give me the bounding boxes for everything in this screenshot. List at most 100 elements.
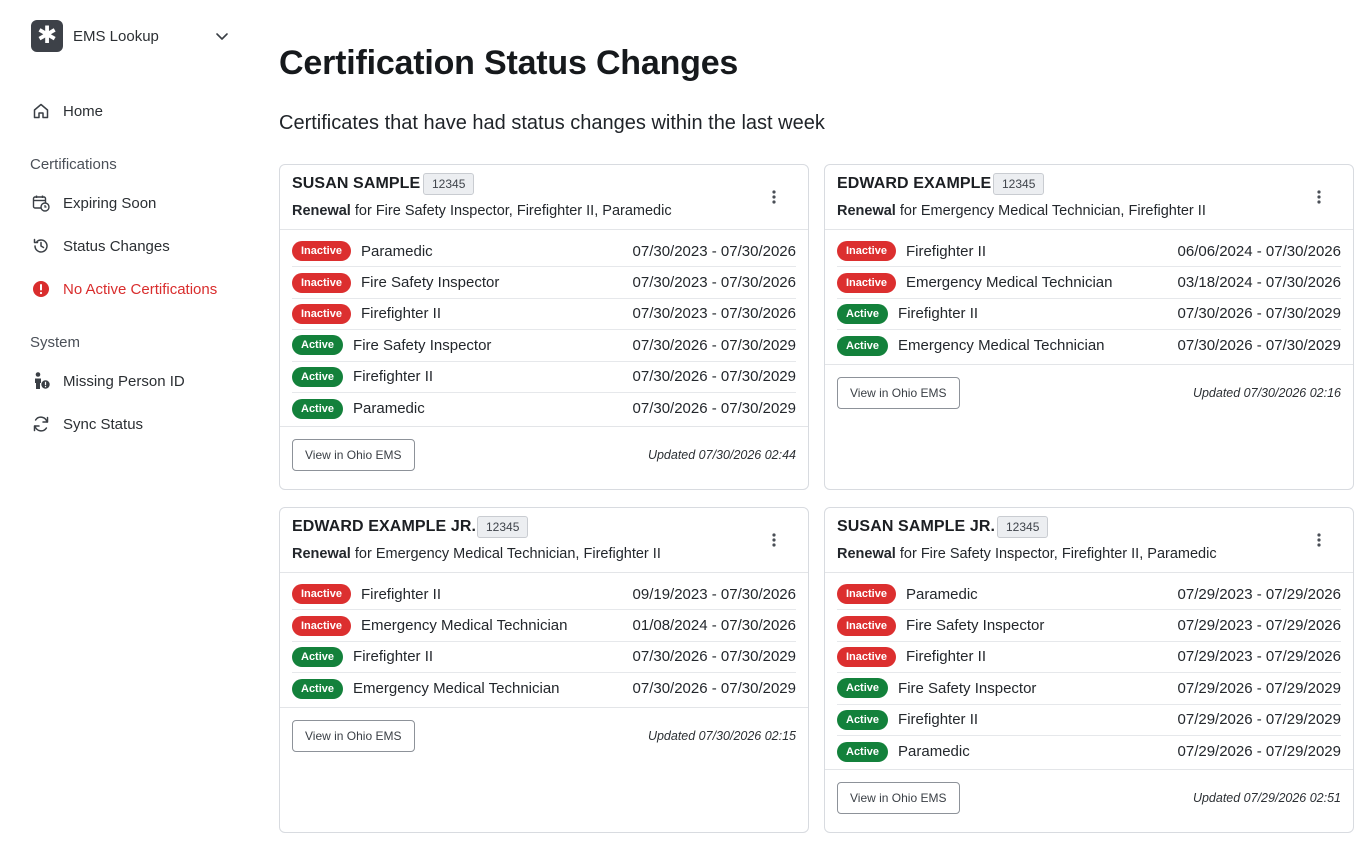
app-logo-icon: ✱ [31,20,63,52]
app-name: EMS Lookup [73,27,159,45]
updated-timestamp: Updated 07/30/2026 02:16 [1192,385,1341,400]
person-id-badge: 12345 [423,173,475,195]
certification-row: Inactive Emergency Medical Technician 01… [292,610,796,642]
nav-sync-status-label: Sync Status [63,415,144,433]
nav-expiring-soon[interactable]: Expiring Soon [31,191,156,215]
certification-dates: 07/30/2026 - 07/30/2029 [1177,305,1341,323]
nav-home-label: Home [63,102,104,120]
nav-no-active-label: No Active Certifications [63,280,218,298]
card-header: SUSAN SAMPLE JR. 12345 Renewal for Fire … [825,508,1353,573]
certification-row: Active Firefighter II 07/30/2026 - 07/30… [837,299,1341,331]
certification-dates: 07/29/2026 - 07/29/2029 [1177,743,1341,761]
person-id-badge: 12345 [477,516,529,538]
certification-name: Firefighter II [905,648,986,666]
certification-row: Inactive Paramedic 07/29/2023 - 07/29/20… [837,579,1341,611]
certification-name: Firefighter II [905,242,986,260]
org-switcher[interactable]: ✱ EMS Lookup [31,20,231,52]
nav-home[interactable]: Home [31,99,103,123]
card-footer: View in Ohio EMS Updated 07/30/2026 02:4… [280,426,808,483]
status-badge: Active [837,741,889,762]
person-name: SUSAN SAMPLE JR. [837,518,996,535]
certification-row: Active Firefighter II 07/30/2026 - 07/30… [292,362,796,393]
certification-row: Inactive Firefighter II 09/19/2023 - 07/… [292,579,796,611]
person-name: EDWARD EXAMPLE JR. [292,518,477,535]
certification-dates: 07/29/2026 - 07/29/2029 [1177,711,1341,729]
certification-dates: 07/29/2023 - 07/29/2026 [1177,585,1341,603]
certification-dates: 07/30/2026 - 07/30/2029 [632,680,796,698]
more-options-icon[interactable] [1311,531,1327,549]
status-badge: Inactive [292,241,351,262]
more-options-icon[interactable] [1311,188,1327,206]
certification-row: Inactive Firefighter II 07/30/2023 - 07/… [292,299,796,331]
status-badge: Inactive [292,303,351,324]
view-in-ohio-ems-button[interactable]: View in Ohio EMS [292,719,415,752]
person-alert-icon [31,371,51,391]
certification-row: Active Fire Safety Inspector 07/29/2026 … [837,673,1341,705]
certification-row: Active Firefighter II 07/29/2026 - 07/29… [837,705,1341,736]
status-badge: Inactive [837,615,896,636]
change-type: Renewal [837,546,896,562]
status-badge: Active [837,678,889,699]
person-name: EDWARD EXAMPLE [837,175,992,192]
card-summary: Renewal for Emergency Medical Technician… [837,203,1206,219]
certification-dates: 07/30/2026 - 07/30/2029 [632,400,796,418]
certification-row: Active Emergency Medical Technician 07/3… [837,330,1341,361]
status-badge: Active [292,646,344,667]
status-badge: Active [837,303,889,324]
certification-dates: 07/30/2026 - 07/30/2029 [1177,337,1341,355]
certification-name: Fire Safety Inspector [905,617,1045,635]
certification-name: Paramedic [353,400,425,418]
updated-timestamp: Updated 07/30/2026 02:15 [647,728,796,743]
card-summary: Renewal for Emergency Medical Technician… [292,546,661,562]
person-id-badge: 12345 [997,516,1049,538]
certification-dates: 07/30/2023 - 07/30/2026 [632,274,796,292]
certification-name: Paramedic [898,743,970,761]
change-type: Renewal [837,203,896,219]
more-options-icon[interactable] [766,188,782,206]
nav-sync-status[interactable]: Sync Status [31,412,143,436]
page-subtitle: Certificates that have had status change… [279,112,825,134]
more-options-icon[interactable] [766,531,782,549]
status-badge: Active [837,709,889,730]
certification-card: EDWARD EXAMPLE JR. 12345 Renewal for Eme… [279,507,809,833]
alert-circle-icon [31,279,51,299]
certification-dates: 06/06/2024 - 07/30/2026 [1177,242,1341,260]
certification-name: Firefighter II [898,305,979,323]
nav-status-changes[interactable]: Status Changes [31,234,170,258]
nav-section-system: System [30,334,81,351]
certification-name: Emergency Medical Technician [905,274,1113,292]
card-header: EDWARD EXAMPLE JR. 12345 Renewal for Eme… [280,508,808,573]
certification-name: Fire Safety Inspector [898,679,1037,697]
certification-name: Fire Safety Inspector [353,336,492,354]
sync-icon [31,414,51,434]
nav-no-active-certifications[interactable]: No Active Certifications [31,277,217,301]
status-badge: Inactive [837,272,896,293]
certification-name: Firefighter II [360,305,441,323]
updated-timestamp: Updated 07/30/2026 02:44 [647,448,796,463]
certification-dates: 07/29/2023 - 07/29/2026 [1177,617,1341,635]
certification-name: Emergency Medical Technician [360,617,568,635]
certification-row: Inactive Emergency Medical Technician 03… [837,267,1341,299]
certification-dates: 07/30/2026 - 07/30/2029 [632,368,796,386]
status-badge: Inactive [837,646,896,667]
person-name: SUSAN SAMPLE [292,175,421,192]
change-summary: for Fire Safety Inspector, Firefighter I… [895,546,1217,562]
change-type: Renewal [292,203,351,219]
certification-row: Inactive Fire Safety Inspector 07/29/202… [837,610,1341,642]
certification-row: Inactive Firefighter II 06/06/2024 - 07/… [837,236,1341,268]
status-badge: Active [837,335,889,356]
card-summary: Renewal for Fire Safety Inspector, Firef… [292,203,672,219]
certification-row: Inactive Fire Safety Inspector 07/30/202… [292,267,796,299]
certification-dates: 09/19/2023 - 07/30/2026 [632,585,796,603]
certification-list: Inactive Paramedic 07/29/2023 - 07/29/20… [825,573,1353,767]
certification-card: SUSAN SAMPLE JR. 12345 Renewal for Fire … [824,507,1354,833]
card-footer: View in Ohio EMS Updated 07/29/2026 02:5… [825,769,1353,826]
view-in-ohio-ems-button[interactable]: View in Ohio EMS [837,782,960,815]
status-badge: Active [292,335,344,356]
view-in-ohio-ems-button[interactable]: View in Ohio EMS [837,376,960,409]
view-in-ohio-ems-button[interactable]: View in Ohio EMS [292,439,415,472]
certification-card: SUSAN SAMPLE 12345 Renewal for Fire Safe… [279,164,809,490]
certification-row: Inactive Paramedic 07/30/2023 - 07/30/20… [292,236,796,268]
nav-missing-person-id[interactable]: Missing Person ID [31,369,185,393]
history-icon [31,236,51,256]
